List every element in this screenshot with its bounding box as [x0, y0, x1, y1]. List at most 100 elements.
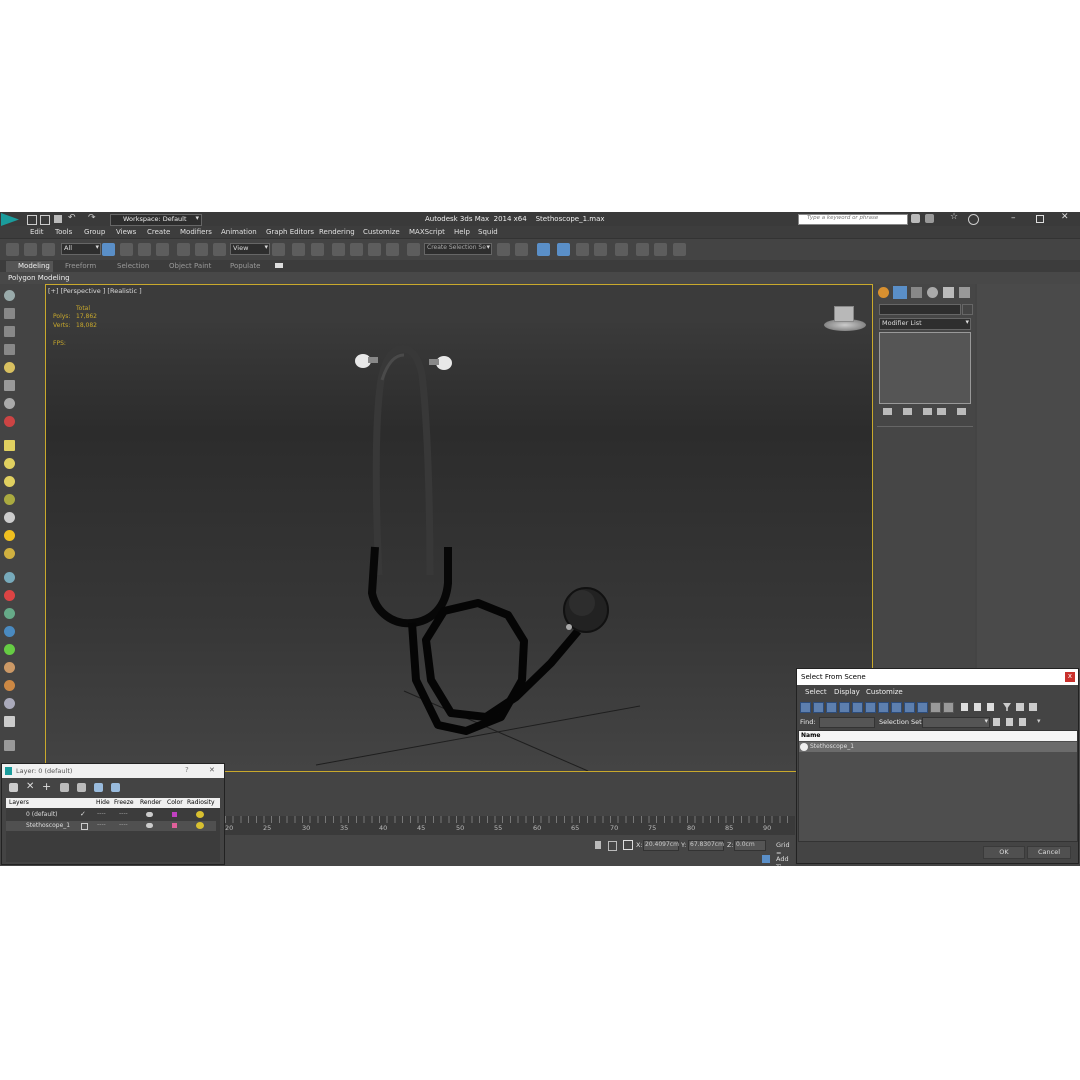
- time-slider-track[interactable]: 20 25 30 35 40 45 50 55 60 65 70 75 80 8…: [225, 823, 795, 835]
- select-object-icon[interactable]: [102, 243, 115, 256]
- column-header-radiosity[interactable]: Radiosity: [187, 799, 215, 806]
- modifier-list-dropdown[interactable]: Modifier List ▾: [879, 318, 971, 330]
- paint-icon[interactable]: [4, 590, 15, 601]
- select-none-icon[interactable]: [974, 703, 981, 711]
- column-header-name[interactable]: Name: [801, 732, 820, 739]
- rotate-icon[interactable]: [195, 243, 208, 256]
- tab-modeling-label[interactable]: Modeling: [18, 262, 50, 270]
- new-file-icon[interactable]: [27, 215, 37, 225]
- rectangular-selection-icon[interactable]: [138, 243, 151, 256]
- radiosity-icon[interactable]: [196, 811, 204, 818]
- menu-item-rendering[interactable]: Rendering: [319, 228, 355, 236]
- checkmark-icon[interactable]: ✓: [80, 810, 86, 818]
- undo-icon[interactable]: ↶: [68, 213, 76, 223]
- pin-stack-icon[interactable]: [883, 408, 892, 415]
- column-header-freeze[interactable]: Freeze: [114, 799, 134, 806]
- save-icon[interactable]: [54, 215, 62, 223]
- menu-item-customize[interactable]: Customize: [363, 228, 400, 236]
- cylinder-icon[interactable]: [4, 476, 15, 487]
- selection-set-dropdown[interactable]: ▾: [922, 717, 990, 728]
- modify-tab-icon[interactable]: [893, 286, 907, 299]
- display-containers-icon[interactable]: [917, 702, 928, 713]
- show-end-result-icon[interactable]: [903, 408, 912, 415]
- make-unique-icon[interactable]: [923, 408, 932, 415]
- layer-dialog-help-button[interactable]: ?: [185, 766, 189, 774]
- app-logo-icon[interactable]: [1, 213, 19, 226]
- display-shapes-icon[interactable]: [813, 702, 824, 713]
- display-helpers-icon[interactable]: [852, 702, 863, 713]
- display-geometry-icon[interactable]: [800, 702, 811, 713]
- maximize-button[interactable]: [1036, 215, 1044, 223]
- leaf-icon[interactable]: [4, 644, 15, 655]
- settings-icon[interactable]: [4, 740, 15, 751]
- lock-selection-icon[interactable]: [595, 841, 601, 849]
- column-header-color[interactable]: Color: [167, 799, 183, 806]
- z-coordinate-field[interactable]: 0.0cm: [734, 840, 766, 851]
- find-input[interactable]: [819, 717, 875, 728]
- layer-color-swatch[interactable]: [172, 812, 177, 817]
- camera-icon[interactable]: [4, 380, 15, 391]
- menu-item-help[interactable]: Help: [454, 228, 470, 236]
- display-frozen-icon[interactable]: [930, 702, 941, 713]
- options-icon[interactable]: [1029, 703, 1037, 711]
- hide-all-icon[interactable]: [94, 783, 103, 792]
- edit-named-selection-icon[interactable]: [407, 243, 420, 256]
- layer-dialog-titlebar[interactable]: Layer: 0 (default) ? ✕: [2, 764, 224, 778]
- search-input[interactable]: Type a keyword or phrase: [798, 214, 908, 225]
- ribbon-sub-label[interactable]: Polygon Modeling: [8, 274, 70, 282]
- bind-space-warp-icon[interactable]: [42, 243, 55, 256]
- modify-icon[interactable]: [4, 308, 15, 319]
- menu-item-graph-editors[interactable]: Graph Editors: [266, 228, 314, 236]
- radiosity-icon[interactable]: [196, 822, 204, 829]
- help-icon[interactable]: [968, 214, 979, 225]
- y-coordinate-field[interactable]: 67.8307cm: [688, 840, 724, 851]
- menu-item-tools[interactable]: Tools: [55, 228, 72, 236]
- perspective-viewport[interactable]: [+] [Perspective ] [Realistic ] Total Po…: [45, 284, 873, 772]
- remove-modifier-icon[interactable]: [937, 408, 946, 415]
- rendered-frame-icon[interactable]: [654, 243, 667, 256]
- select-in-layer-icon[interactable]: [60, 783, 69, 792]
- display-groups-icon[interactable]: [878, 702, 889, 713]
- torus-icon[interactable]: [4, 494, 15, 505]
- layer-dialog-close-button[interactable]: ✕: [209, 766, 215, 774]
- layer-hide-value[interactable]: ----: [97, 810, 106, 817]
- create-selection-set-icon[interactable]: [993, 718, 1000, 726]
- column-header-hide[interactable]: Hide: [96, 799, 110, 806]
- x-coordinate-field[interactable]: 20.4097cm: [643, 840, 679, 851]
- display-hidden-icon[interactable]: [943, 702, 954, 713]
- select-dialog-titlebar[interactable]: Select From Scene x: [797, 669, 1078, 685]
- workspace-dropdown[interactable]: Workspace: Default ▾: [110, 214, 202, 226]
- padlock-icon[interactable]: [608, 841, 617, 851]
- select-dialog-close-button[interactable]: x: [1065, 672, 1075, 682]
- filter-icon[interactable]: [1003, 703, 1011, 711]
- select-all-icon[interactable]: [961, 703, 968, 711]
- material-editor-icon[interactable]: [615, 243, 628, 256]
- tab-object-paint[interactable]: Object Paint: [169, 262, 211, 270]
- add-time-tag-label[interactable]: Add Ti: [776, 855, 795, 866]
- object-name-field[interactable]: [879, 304, 961, 315]
- render-production-icon[interactable]: [673, 243, 686, 256]
- remove-selection-set-icon[interactable]: [1019, 718, 1026, 726]
- percent-snap-icon[interactable]: [368, 243, 381, 256]
- key-icon[interactable]: [925, 214, 934, 223]
- menu-item-maxscript[interactable]: MAXScript: [409, 228, 445, 236]
- object-color-swatch[interactable]: [962, 304, 973, 315]
- spinner-snap-icon[interactable]: [386, 243, 399, 256]
- display-space-warps-icon[interactable]: [865, 702, 876, 713]
- minimize-button[interactable]: –: [1011, 213, 1016, 223]
- ribbon-options-icon[interactable]: [275, 263, 283, 268]
- curve-editor-icon[interactable]: [576, 243, 589, 256]
- reference-coordinate-dropdown[interactable]: View ▾: [230, 243, 270, 255]
- light-icon[interactable]: [4, 362, 15, 373]
- checkbox-icon[interactable]: [81, 823, 88, 830]
- tab-populate[interactable]: Populate: [230, 262, 260, 270]
- menu-item-select[interactable]: Select: [805, 688, 827, 696]
- motion-tab-icon[interactable]: [927, 287, 938, 298]
- window-crossing-icon[interactable]: [156, 243, 169, 256]
- delete-layer-icon[interactable]: ✕: [26, 781, 34, 792]
- menu-item-edit[interactable]: Edit: [30, 228, 44, 236]
- move-icon[interactable]: [177, 243, 190, 256]
- cone-icon[interactable]: [4, 512, 15, 523]
- modifier-stack[interactable]: [879, 332, 971, 404]
- configure-sets-icon[interactable]: [957, 408, 966, 415]
